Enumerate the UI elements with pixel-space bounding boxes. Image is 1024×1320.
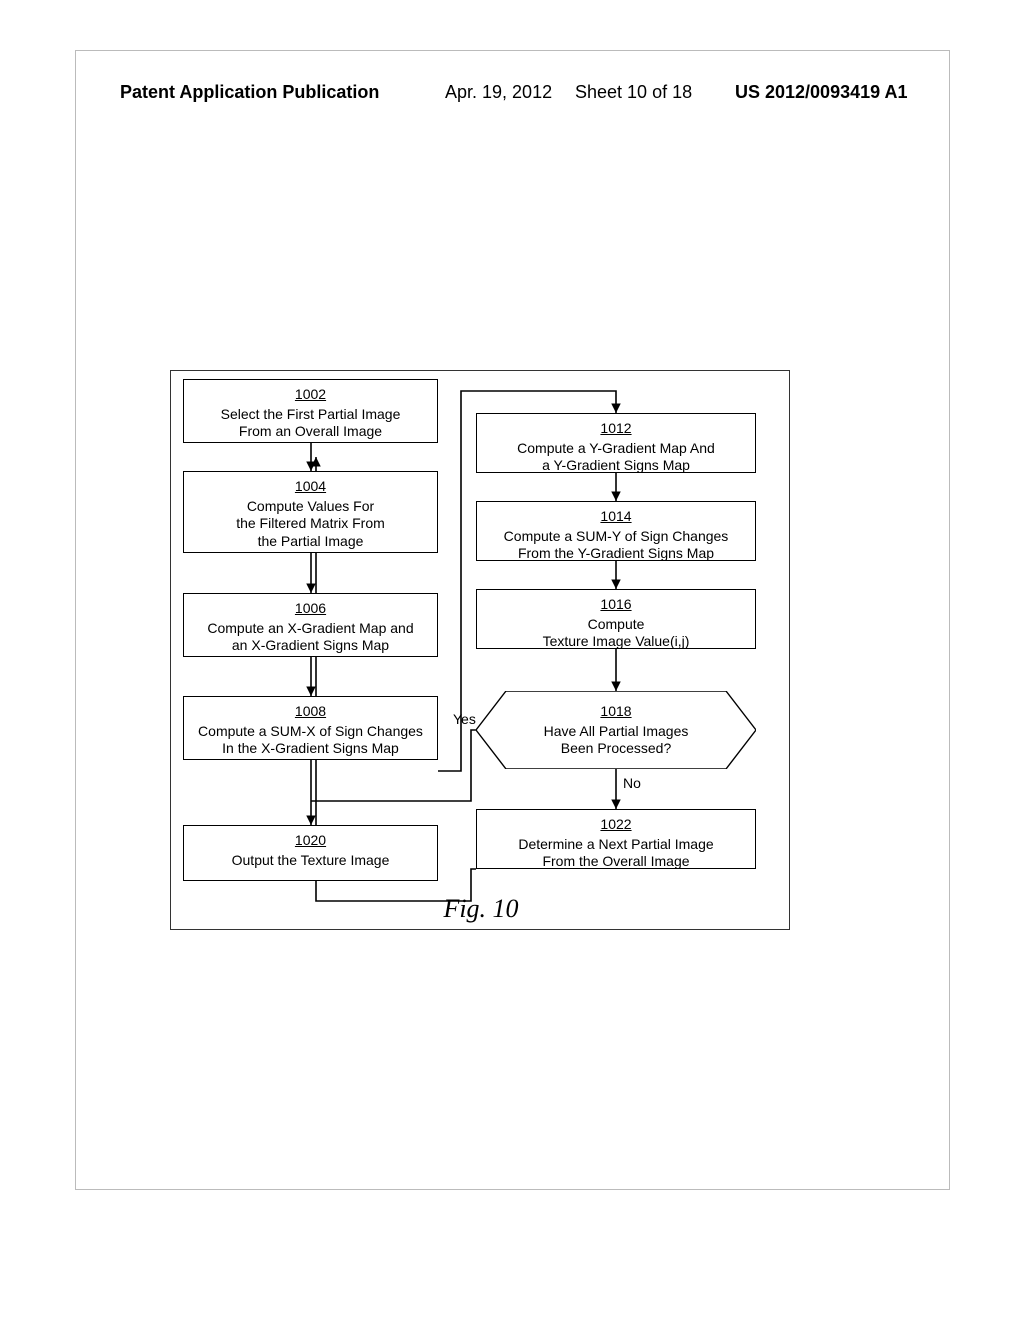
step-ref: 1020 (190, 832, 431, 850)
step-ref: 1022 (483, 816, 749, 834)
sheet-number: Sheet 10 of 18 (575, 82, 692, 103)
step-1016: 1016 ComputeTexture Image Value(i,j) (476, 589, 756, 649)
step-1014: 1014 Compute a SUM-Y of Sign ChangesFrom… (476, 501, 756, 561)
step-ref: 1018 (476, 703, 756, 721)
step-text: Compute Values Forthe Filtered Matrix Fr… (236, 498, 385, 549)
step-1022: 1022 Determine a Next Partial ImageFrom … (476, 809, 756, 869)
decision-no-label: No (623, 775, 641, 791)
step-text: Compute a Y-Gradient Map Anda Y-Gradient… (517, 440, 715, 474)
step-1002: 1002 Select the First Partial ImageFrom … (183, 379, 438, 443)
step-1020: 1020 Output the Texture Image (183, 825, 438, 881)
flowchart: 1002 Select the First Partial ImageFrom … (170, 370, 790, 930)
step-ref: 1002 (190, 386, 431, 404)
step-ref: 1008 (190, 703, 431, 721)
step-1006: 1006 Compute an X-Gradient Map andan X-G… (183, 593, 438, 657)
figure-caption: Fig. 10 (171, 894, 791, 924)
step-ref: 1014 (483, 508, 749, 526)
publication-date: Apr. 19, 2012 (445, 82, 552, 103)
step-text: Select the First Partial ImageFrom an Ov… (221, 406, 401, 440)
step-ref: 1006 (190, 600, 431, 618)
decision-1018: 1018 Have All Partial ImagesBeen Process… (476, 691, 756, 769)
step-1008: 1008 Compute a SUM-X of Sign ChangesIn t… (183, 696, 438, 760)
step-text: ComputeTexture Image Value(i,j) (543, 616, 690, 650)
step-ref: 1012 (483, 420, 749, 438)
decision-yes-label: Yes (453, 711, 476, 727)
step-text: Compute a SUM-X of Sign ChangesIn the X-… (198, 723, 423, 757)
publication-number: US 2012/0093419 A1 (735, 82, 907, 103)
step-text: Output the Texture Image (232, 852, 390, 868)
step-text: Have All Partial ImagesBeen Processed? (544, 723, 689, 757)
step-ref: 1004 (190, 478, 431, 496)
step-1012: 1012 Compute a Y-Gradient Map Anda Y-Gra… (476, 413, 756, 473)
step-text: Compute an X-Gradient Map andan X-Gradie… (207, 620, 413, 654)
step-ref: 1016 (483, 596, 749, 614)
step-1004: 1004 Compute Values Forthe Filtered Matr… (183, 471, 438, 553)
step-text: Compute a SUM-Y of Sign ChangesFrom the … (504, 528, 729, 562)
publication-type: Patent Application Publication (120, 82, 379, 103)
step-text: Determine a Next Partial ImageFrom the O… (518, 836, 713, 870)
